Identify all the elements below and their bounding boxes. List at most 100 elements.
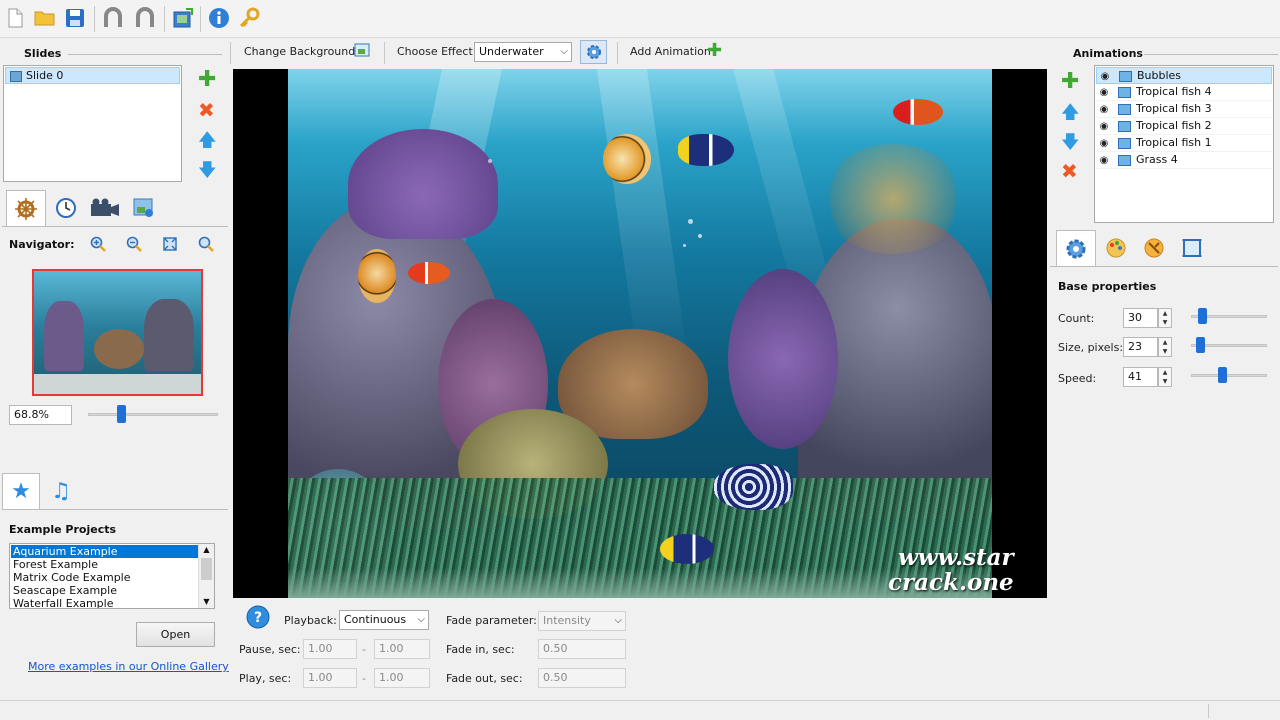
zoom-slider-thumb[interactable]: [117, 405, 127, 423]
effect-settings-button[interactable]: [580, 40, 607, 64]
playback-select[interactable]: Continuous ⌵: [339, 610, 429, 630]
size-spinner[interactable]: ▲ ▼: [1158, 337, 1172, 357]
count-slider-thumb[interactable]: [1197, 308, 1207, 324]
pause-from-field[interactable]: 1.00: [303, 639, 357, 659]
tab-examples[interactable]: ★: [2, 473, 40, 509]
add-animation-side-button[interactable]: ✚: [1061, 71, 1079, 93]
watermark-line-2: crack.one: [888, 569, 1014, 596]
watermark: www.star crack.one: [888, 545, 1014, 595]
fade-parameter-select[interactable]: Intensity ⌵: [538, 611, 626, 631]
tab-music[interactable]: ♫: [44, 475, 78, 507]
open-example-button[interactable]: Open: [136, 622, 215, 647]
redo-icon[interactable]: [132, 5, 158, 31]
animation-item[interactable]: ◉ Tropical fish 3: [1096, 101, 1272, 118]
move-animation-up-button[interactable]: 🡅: [1061, 100, 1080, 130]
examples-scrollbar[interactable]: ▲ ▼: [198, 544, 214, 608]
help-icon[interactable]: ?: [246, 605, 270, 632]
play-from-field[interactable]: 1.00: [303, 668, 357, 688]
move-animation-down-button[interactable]: 🡇: [1061, 130, 1080, 160]
add-animation-button[interactable]: Add Animation: [630, 45, 711, 58]
scroll-up-icon[interactable]: ▲: [199, 544, 214, 556]
delete-slide-button[interactable]: ✖: [198, 100, 215, 120]
add-animation-plus-icon[interactable]: ✚: [707, 42, 722, 60]
example-item[interactable]: Seascape Example: [11, 584, 199, 597]
animations-list[interactable]: ◉ Bubbles ◉ Tropical fish 4 ◉ Tropical fish 3…: [1094, 65, 1274, 223]
example-item[interactable]: Matrix Code Example: [11, 571, 199, 584]
actual-size-icon[interactable]: [198, 236, 214, 252]
play-label: Play, sec:: [239, 672, 292, 685]
new-icon[interactable]: [2, 5, 28, 31]
tab-motion[interactable]: [1138, 232, 1170, 264]
scene-canvas[interactable]: www.star crack.one: [233, 69, 1047, 598]
animation-item-label: Tropical fish 1: [1136, 136, 1212, 149]
change-background-icon[interactable]: [354, 43, 372, 62]
pause-to-field[interactable]: 1.00: [374, 639, 430, 659]
count-field[interactable]: 30: [1123, 308, 1158, 328]
navigator-preview[interactable]: [32, 269, 203, 396]
count-label: Count:: [1058, 312, 1095, 325]
move-slide-down-button[interactable]: 🡇: [198, 158, 217, 188]
music-icon: ♫: [51, 478, 71, 504]
visibility-eye-icon[interactable]: ◉: [1096, 153, 1112, 169]
animation-item[interactable]: ◉ Tropical fish 1: [1096, 135, 1272, 152]
visibility-eye-icon[interactable]: ◉: [1096, 119, 1112, 135]
size-slider-thumb[interactable]: [1196, 337, 1206, 353]
tab-colors[interactable]: [1100, 232, 1132, 264]
delete-animation-button[interactable]: ✖: [1061, 161, 1078, 181]
fade-in-field[interactable]: 0.50: [538, 639, 626, 659]
tab-navigator[interactable]: [6, 190, 46, 226]
add-slide-button[interactable]: ✚: [198, 69, 216, 91]
animation-item[interactable]: ◉ Tropical fish 2: [1096, 118, 1272, 135]
tab-timing[interactable]: [50, 192, 82, 224]
animation-item[interactable]: ◉ Grass 4: [1096, 152, 1272, 169]
change-background-button[interactable]: Change Background: [244, 45, 355, 58]
zoom-slider-track[interactable]: [88, 413, 218, 416]
speed-spinner[interactable]: ▲ ▼: [1158, 367, 1172, 387]
example-item[interactable]: Aquarium Example: [11, 545, 199, 558]
save-icon[interactable]: [62, 5, 88, 31]
visibility-eye-icon[interactable]: ◉: [1096, 85, 1112, 101]
online-gallery-link[interactable]: More examples in our Online Gallery: [28, 660, 229, 673]
tab-properties[interactable]: [1056, 230, 1096, 266]
speed-slider-thumb[interactable]: [1218, 367, 1228, 383]
playback-label: Playback:: [284, 614, 337, 627]
tab-camera[interactable]: [88, 192, 122, 224]
scroll-down-icon[interactable]: ▼: [199, 596, 214, 608]
zoom-in-icon[interactable]: [90, 236, 106, 252]
tab-image[interactable]: [128, 192, 160, 224]
size-field[interactable]: 23: [1123, 337, 1158, 357]
speed-slider-track[interactable]: [1191, 374, 1267, 377]
zoom-field[interactable]: 68.8%: [9, 405, 72, 425]
slide-item-label: Slide 0: [26, 69, 64, 82]
move-slide-up-button[interactable]: 🡅: [198, 128, 217, 158]
motion-icon: [1144, 238, 1164, 258]
animation-item[interactable]: ◉ Bubbles: [1096, 67, 1272, 84]
visibility-eye-icon[interactable]: ◉: [1096, 102, 1112, 118]
star-icon: ★: [11, 479, 31, 504]
examples-list[interactable]: Aquarium Example Forest Example Matrix Cod…: [9, 543, 215, 609]
visibility-eye-icon[interactable]: ◉: [1097, 69, 1113, 85]
info-icon[interactable]: [206, 5, 232, 31]
example-item[interactable]: Forest Example: [11, 558, 199, 571]
count-spinner[interactable]: ▲ ▼: [1158, 308, 1172, 328]
examples-header: Example Projects: [9, 523, 117, 536]
fit-to-window-icon[interactable]: [162, 236, 178, 252]
animation-item[interactable]: ◉ Tropical fish 4: [1096, 84, 1272, 101]
zoom-out-icon[interactable]: [126, 236, 142, 252]
play-to-field[interactable]: 1.00: [374, 668, 430, 688]
example-item[interactable]: Waterfall Example: [11, 597, 199, 608]
effect-select[interactable]: Underwater ⌵: [474, 42, 572, 62]
publish-icon[interactable]: [170, 5, 196, 31]
tab-frame[interactable]: [1176, 232, 1208, 264]
animation-item-label: Tropical fish 4: [1136, 85, 1212, 98]
slides-list[interactable]: Slide 0: [3, 65, 182, 182]
speed-field[interactable]: 41: [1123, 367, 1158, 387]
open-icon[interactable]: [32, 5, 58, 31]
pause-dash: -: [362, 643, 366, 656]
key-icon[interactable]: [236, 5, 262, 31]
fade-out-field[interactable]: 0.50: [538, 668, 626, 688]
undo-icon[interactable]: [100, 5, 126, 31]
slide-item[interactable]: Slide 0: [5, 67, 180, 84]
chevron-down-icon: ⌵: [417, 614, 425, 625]
visibility-eye-icon[interactable]: ◉: [1096, 136, 1112, 152]
